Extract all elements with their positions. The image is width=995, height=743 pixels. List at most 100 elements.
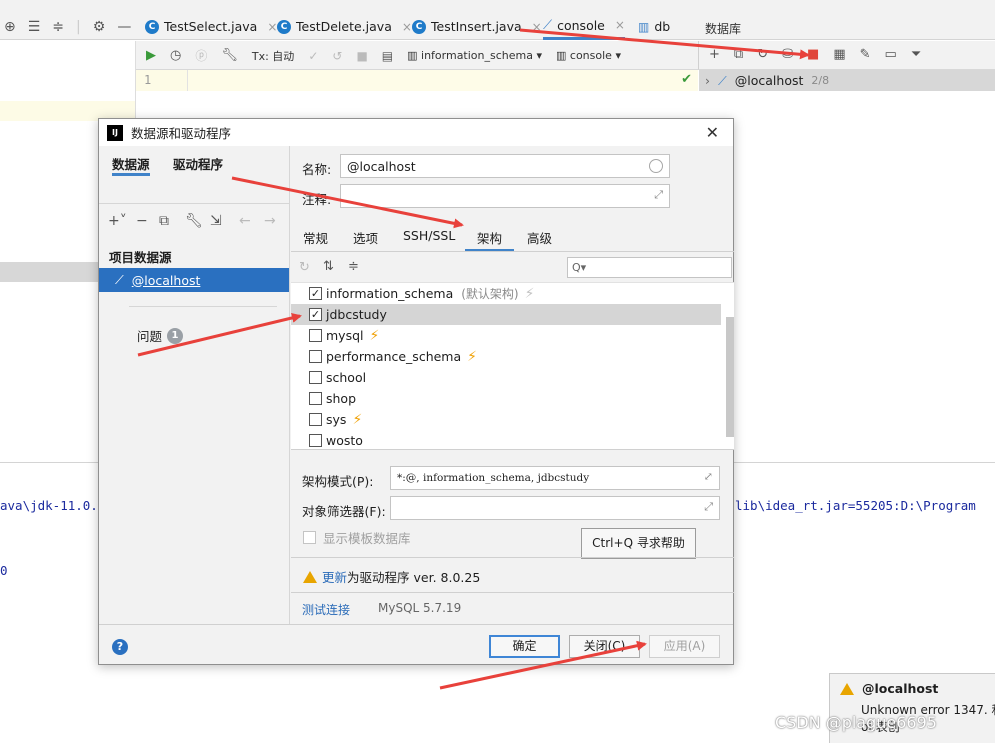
sql-console-icon[interactable]: ▭ (885, 47, 897, 62)
schema-row-shop[interactable]: shop (291, 388, 721, 409)
close-icon[interactable]: × (267, 20, 277, 34)
tab-general[interactable]: 常规 (303, 228, 328, 252)
add-icon[interactable]: +˅ (108, 213, 127, 229)
checkbox[interactable] (309, 329, 322, 342)
schema-row-wosto[interactable]: wosto (291, 430, 721, 449)
tab-advanced[interactable]: 高级 (527, 228, 552, 252)
db-tree-localhost[interactable]: › ⟋ @localhost 2/8 (699, 70, 995, 91)
tab-options[interactable]: 选项 (353, 228, 378, 252)
separator: | (76, 19, 81, 35)
schema-row-mysql[interactable]: mysql ⚡ (291, 325, 721, 346)
run-icon[interactable]: ▶ (146, 48, 156, 63)
tab-ssh-ssl[interactable]: SSH/SSL (403, 228, 455, 252)
update-link[interactable]: 更新 (322, 567, 347, 586)
tab-testdelete[interactable]: C TestDelete.java × (277, 13, 412, 40)
wrench-icon[interactable]: 🔧︎ (221, 48, 238, 63)
checkbox-checked[interactable]: ✓ (309, 308, 322, 321)
schema-row-information-schema[interactable]: ✓ information_schema (默认架构) ⚡ (291, 283, 721, 304)
color-picker-icon[interactable] (649, 159, 663, 173)
expand-icon[interactable]: ⤢ (704, 500, 713, 514)
close-icon[interactable]: ✕ (706, 123, 719, 142)
expand-all-icon[interactable]: ⇅ (323, 259, 334, 274)
tab-console[interactable]: ⟋ console × (543, 13, 625, 40)
test-connection-link[interactable]: 测试连接 (302, 601, 350, 618)
stop-icon[interactable]: ■ (807, 47, 819, 62)
schema-search-input[interactable]: Q▾ (567, 257, 732, 278)
close-icon[interactable]: × (532, 20, 542, 34)
chevron-right-icon[interactable]: › (705, 73, 710, 88)
problems-item[interactable]: 问题 1 (137, 326, 184, 345)
schema-pattern-field[interactable]: *:@, information_schema, jdbcstudy ⤢ (390, 466, 720, 490)
db-tree-label: @localhost (734, 73, 804, 88)
schema-row-school[interactable]: school (291, 367, 721, 388)
close-button[interactable]: 关闭(C) (569, 635, 640, 658)
ok-button[interactable]: 确定 (489, 635, 560, 658)
import-icon[interactable]: ⇲ (210, 213, 222, 229)
dialog-left-pane: 数据源 驱动程序 +˅ − ⧉ 🔧︎ ⇲ ← → 项目数据源 ⟋ @localh… (99, 146, 290, 624)
checkbox[interactable] (309, 434, 322, 447)
data-source-localhost[interactable]: ⟋ @localhost (99, 268, 289, 292)
expand-all-icon[interactable]: ☰ (28, 19, 41, 35)
checkbox[interactable] (309, 371, 322, 384)
console-select-value: console (569, 49, 612, 62)
gear-icon[interactable]: ⚙ (93, 19, 106, 35)
help-icon[interactable]: ? (112, 639, 128, 655)
crosshair-icon[interactable]: ⊕ (4, 19, 16, 35)
editor-line[interactable]: ✔ (188, 70, 698, 91)
history-icon[interactable]: ◷ (170, 48, 181, 63)
remove-icon[interactable]: − (136, 213, 148, 229)
expand-icon[interactable]: ⤢ (704, 470, 713, 483)
tab-db[interactable]: ▥ db (638, 13, 670, 40)
show-template-db-option[interactable]: 显示模板数据库 (303, 528, 411, 547)
close-icon[interactable]: × (402, 20, 412, 34)
schema-name: shop (326, 391, 357, 406)
add-icon[interactable]: + (709, 47, 720, 62)
wrench-icon[interactable]: 🔧︎ (185, 213, 203, 229)
checkbox[interactable] (309, 392, 322, 405)
schema-row-jdbcstudy[interactable]: ✓ jdbcstudy (291, 304, 721, 325)
checkbox[interactable] (303, 531, 316, 544)
schema-row-performance-schema[interactable]: performance_schema ⚡ (291, 346, 721, 367)
dialog-titlebar: IJ 数据源和驱动程序 (99, 119, 733, 146)
checkbox-checked[interactable]: ✓ (309, 287, 322, 300)
console-select[interactable]: ▥ console ▾ (556, 49, 621, 62)
schema-name: mysql (326, 328, 364, 343)
intellij-icon: IJ (107, 124, 123, 141)
error-notification[interactable]: @localhost Unknown error 1347. 和 oi:表创 (829, 673, 995, 743)
collapse-all-icon[interactable]: ≑ (52, 19, 64, 35)
object-filter-field[interactable]: ⤢ (390, 496, 720, 520)
tab-testinsert[interactable]: C TestInsert.java × (412, 13, 542, 40)
lightning-icon: ⚡ (352, 411, 363, 428)
checkbox[interactable] (309, 413, 322, 426)
edit-icon[interactable]: ✎ (860, 47, 871, 62)
tab-label: TestInsert.java (431, 19, 522, 34)
apply-button[interactable]: 应用(A) (649, 635, 720, 658)
minimize-icon[interactable]: — (117, 19, 131, 35)
schema-list: ✓ information_schema (默认架构) ⚡ ✓ jdbcstud… (291, 282, 734, 450)
database-settings-icon[interactable]: ⛁ (782, 47, 793, 62)
schema-row-sys[interactable]: sys ⚡ (291, 409, 721, 430)
name-field[interactable]: @localhost (340, 154, 670, 178)
server-version: MySQL 5.7.19 (378, 601, 462, 615)
copy-icon[interactable]: ⧉ (734, 47, 743, 62)
tab-data-sources[interactable]: 数据源 (112, 154, 150, 176)
notification-title: @localhost (862, 681, 939, 696)
table-icon[interactable]: ▤ (382, 49, 393, 63)
warning-icon (303, 570, 317, 583)
tab-label: TestSelect.java (164, 19, 258, 34)
duplicate-icon[interactable]: ⧉ (159, 213, 169, 229)
scrollbar[interactable] (726, 317, 734, 437)
schema-select[interactable]: ▥ information_schema ▾ (407, 49, 542, 62)
close-icon[interactable]: × (615, 18, 625, 32)
tab-drivers[interactable]: 驱动程序 (173, 154, 223, 176)
expand-icon[interactable]: ⤢ (654, 188, 663, 202)
tab-testselect[interactable]: C TestSelect.java × (145, 13, 277, 40)
filter-icon[interactable]: ⏷ (911, 47, 921, 62)
collapse-all-icon[interactable]: ≑ (348, 259, 359, 274)
comment-field[interactable]: ⤢ (340, 184, 670, 208)
tab-schemas[interactable]: 架构 (465, 228, 515, 252)
table-view-icon[interactable]: ▦ (833, 47, 845, 62)
checkbox[interactable] (309, 350, 322, 363)
refresh-icon[interactable]: ↻ (757, 47, 768, 62)
tx-mode-select[interactable]: Tx: 自动 (252, 48, 294, 64)
